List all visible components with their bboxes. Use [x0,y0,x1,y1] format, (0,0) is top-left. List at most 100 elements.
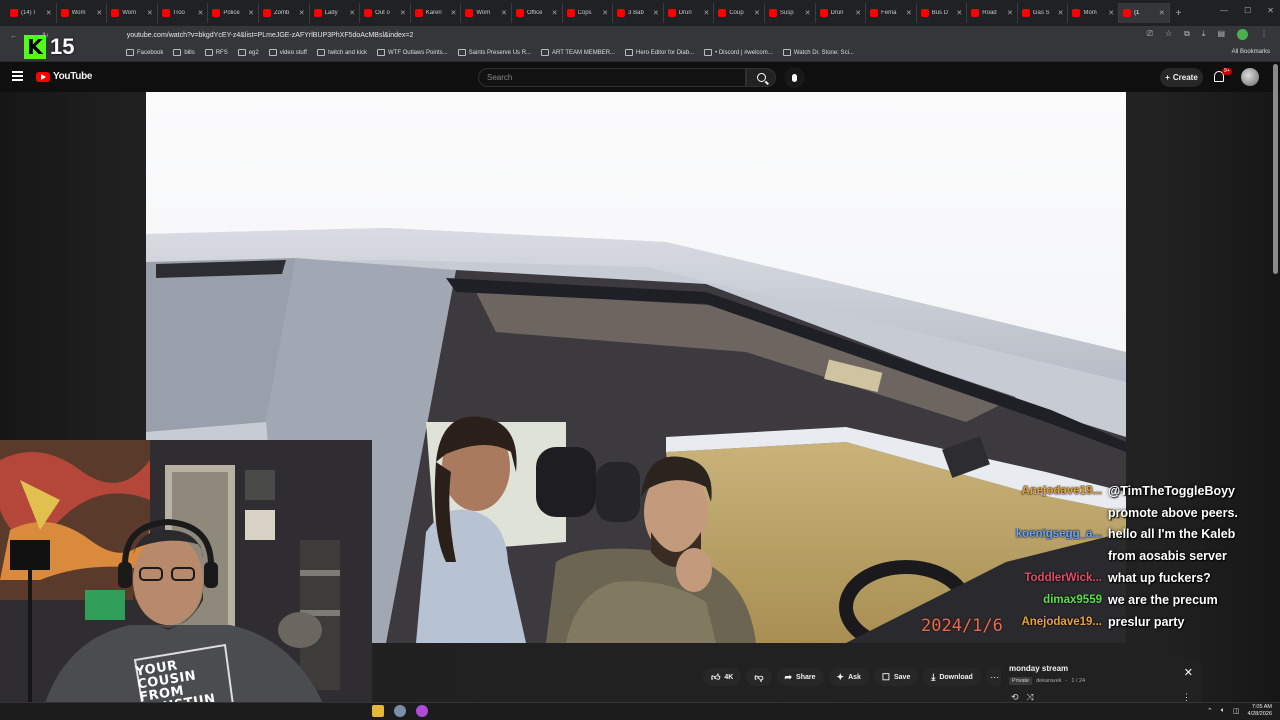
close-tab-icon[interactable]: ✕ [299,9,305,17]
close-tab-icon[interactable]: ✕ [147,9,153,17]
bookmark-item[interactable]: Watch Dr. Stone: Sci... [782,49,854,56]
bookmark-star-icon[interactable]: ☆ [1165,29,1172,40]
bookmark-item[interactable]: bills [173,49,195,56]
close-tab-icon[interactable]: ✕ [501,9,507,17]
search-input[interactable]: Search [478,68,746,87]
close-window-icon[interactable]: ✕ [1267,6,1274,15]
download-button[interactable]: ⤓ Download [923,668,981,686]
browser-tab[interactable]: Coup ✕ [714,3,765,23]
search-button[interactable] [746,68,776,87]
bookmark-item[interactable]: WTF Outlaws Points... [376,49,448,56]
close-tab-icon[interactable]: ✕ [400,9,406,17]
playlist-owner[interactable]: dekaravek [1036,678,1061,684]
cast-icon[interactable]: ⎚ [1147,29,1153,40]
new-tab-button[interactable]: + [1176,8,1182,19]
browser-tab[interactable]: Troo ✕ [158,3,209,23]
bookmark-item[interactable]: video stuff [268,49,307,56]
minimize-icon[interactable]: — [1220,6,1228,15]
youtube-logo[interactable]: YouTube [36,71,93,82]
close-tab-icon[interactable]: ✕ [198,9,204,17]
bookmark-item[interactable]: Facebook [126,49,163,56]
close-tab-icon[interactable]: ✕ [1007,9,1013,17]
bookmark-item[interactable]: eg2 [237,49,259,56]
close-tab-icon[interactable]: ✕ [956,9,962,17]
bookmark-list: Facebook bills RFS eg2 video stuff twitch and… [126,49,854,56]
browser-tab[interactable]: Karen ✕ [411,3,462,23]
dislike-button[interactable]: 👎︎ [746,668,772,686]
browser-tab[interactable]: 3 Bab ✕ [613,3,664,23]
save-button[interactable]: ☐ Save [873,668,919,686]
browser-tab[interactable]: Bus D ✕ [917,3,968,23]
bookmark-item[interactable]: Hero Editor for Diab... [625,49,694,56]
voice-search-button[interactable] [784,67,805,88]
close-tab-icon[interactable]: ✕ [653,9,659,17]
menu-icon[interactable] [12,71,23,81]
browser-tab[interactable]: Zomb ✕ [259,3,310,23]
close-tab-icon[interactable]: ✕ [96,9,102,17]
volume-icon[interactable]: 🔈︎ [1221,707,1225,715]
bookmark-item[interactable]: RFS [204,49,228,56]
browser-menu-icon[interactable]: ⋮ [1260,29,1268,40]
close-tab-icon[interactable]: ✕ [754,9,760,17]
account-avatar[interactable] [1241,68,1259,86]
browser-tab[interactable]: Susp ✕ [765,3,816,23]
settings-icon[interactable] [394,705,406,717]
browser-tab[interactable]: Out o ✕ [360,3,411,23]
browser-tab[interactable]: Road ✕ [967,3,1018,23]
network-icon[interactable]: ◫ [1233,707,1240,715]
sidebar-icon[interactable]: ▤ [1217,29,1225,40]
browser-tab[interactable]: Wom ✕ [107,3,158,23]
close-tab-icon[interactable]: ✕ [805,9,811,17]
obs-icon[interactable] [416,705,428,717]
clock-time: 7:05 AM [1251,704,1272,710]
profile-avatar[interactable] [1237,29,1248,40]
back-icon[interactable]: ← [10,31,18,40]
close-icon[interactable]: ✕ [1184,666,1193,679]
bookmark-item[interactable]: ART TEAM MEMBER... [541,49,615,56]
close-tab-icon[interactable]: ✕ [349,9,355,17]
close-tab-icon[interactable]: ✕ [1108,9,1114,17]
create-button[interactable]: + Create [1160,68,1203,87]
close-tab-icon[interactable]: ✕ [602,9,608,17]
clock[interactable]: 7:05 AM 4/28/2026 [1248,704,1272,718]
close-tab-icon[interactable]: ✕ [855,9,861,17]
downloads-icon[interactable]: ⤓ [1202,29,1206,40]
browser-tab[interactable]: Cops ✕ [563,3,614,23]
close-tab-icon[interactable]: ✕ [703,9,709,17]
folder-icon [704,49,713,56]
tray-expand-icon[interactable]: ⌃ [1207,707,1213,715]
bookmark-item[interactable]: • Discord | #welcom... [704,49,773,56]
browser-tab[interactable]: Fema ✕ [866,3,917,23]
url-field[interactable]: youtube.com/watch?v=bkgdYcEY-z4&list=PLm… [127,32,414,39]
browser-tab[interactable]: Wom ✕ [461,3,512,23]
close-tab-icon[interactable]: ✕ [1159,9,1165,17]
close-tab-icon[interactable]: ✕ [906,9,912,17]
browser-tab[interactable]: Drun ✕ [664,3,715,23]
browser-tab[interactable]: Office ✕ [512,3,563,23]
maximize-icon[interactable]: ☐ [1244,6,1251,15]
browser-tab[interactable]: (14) I ✕ [6,3,57,23]
close-tab-icon[interactable]: ✕ [46,9,52,17]
like-button[interactable]: 👍︎ 4K [703,668,742,686]
close-tab-icon[interactable]: ✕ [1058,9,1064,17]
share-button[interactable]: ➦ Share [776,668,824,686]
browser-tab[interactable]: Drun ✕ [816,3,867,23]
create-label: Create [1172,73,1198,82]
file-explorer-icon[interactable] [372,705,384,717]
page-scrollbar[interactable] [1273,64,1278,274]
extensions-icon[interactable]: ⧉ [1184,29,1190,40]
playlist-title[interactable]: monday stream [1009,664,1193,673]
close-tab-icon[interactable]: ✕ [552,9,558,17]
all-bookmarks-button[interactable]: All Bookmarks [1232,49,1270,55]
browser-tab[interactable]: Gas S ✕ [1018,3,1069,23]
browser-tab[interactable]: Wom ✕ [57,3,108,23]
browser-tab[interactable]: (1 ✕ [1119,3,1170,23]
browser-tab[interactable]: Police ✕ [208,3,259,23]
close-tab-icon[interactable]: ✕ [248,9,254,17]
bookmark-item[interactable]: Saints Preserve Us R... [457,49,531,56]
close-tab-icon[interactable]: ✕ [450,9,456,17]
browser-tab[interactable]: Mom ✕ [1068,3,1120,23]
bookmark-item[interactable]: twitch and kick [316,49,367,56]
browser-tab[interactable]: Lady ✕ [310,3,361,23]
ask-button[interactable]: ✦ Ask [828,668,869,686]
